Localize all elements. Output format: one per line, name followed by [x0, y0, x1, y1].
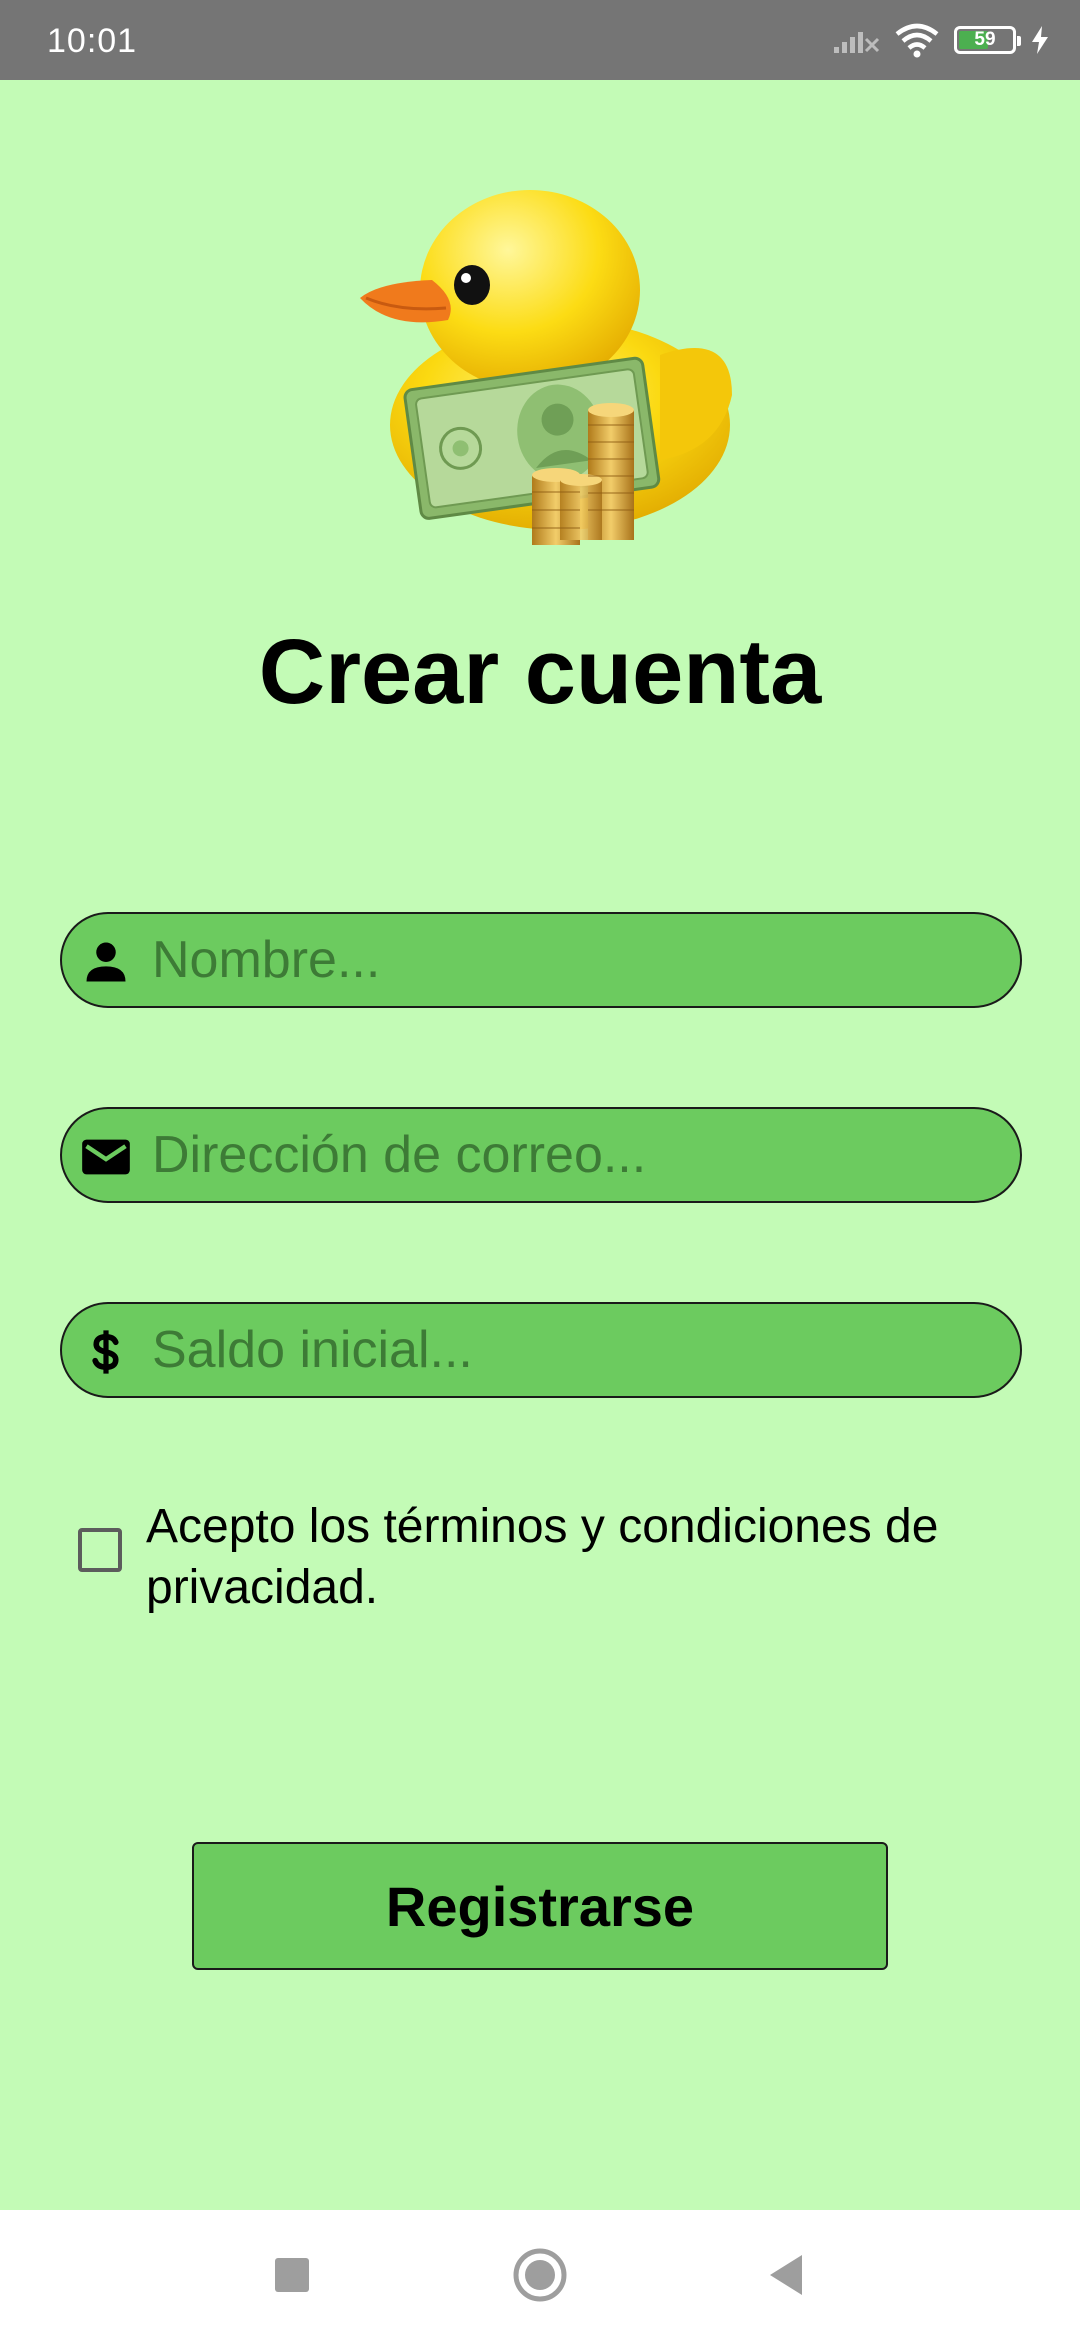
- person-icon: [86, 942, 126, 982]
- status-bar: 10:01 59: [0, 0, 1080, 80]
- balance-field[interactable]: [60, 1302, 1022, 1398]
- email-field[interactable]: [60, 1107, 1022, 1203]
- status-time: 10:01: [47, 22, 138, 60]
- battery-level: 59: [974, 29, 996, 50]
- terms-label: Acepto los términos y condiciones de pri…: [146, 1500, 939, 1614]
- terms-checkbox[interactable]: [78, 1528, 122, 1572]
- name-field[interactable]: [60, 912, 1022, 1008]
- back-triangle-icon[interactable]: [758, 2245, 818, 2305]
- charging-bolt-icon: [1032, 26, 1048, 54]
- battery-icon: 59: [954, 26, 1021, 54]
- terms-row: Acepto los términos y condiciones de pri…: [78, 1496, 1038, 1616]
- recents-square-icon[interactable]: [262, 2245, 322, 2305]
- duck-money-logo: [360, 190, 732, 545]
- home-circle-icon[interactable]: [510, 2245, 570, 2305]
- status-icons: 59: [832, 18, 1050, 62]
- email-input[interactable]: [152, 1109, 1002, 1201]
- navigation-bar: [0, 2210, 1080, 2340]
- dollar-icon: [92, 1330, 119, 1374]
- signal-off-icon: [834, 32, 880, 53]
- balance-input[interactable]: [152, 1304, 1002, 1396]
- name-input[interactable]: [152, 914, 1002, 1006]
- register-button[interactable]: Registrarse: [192, 1842, 888, 1970]
- page-title: Crear cuenta: [258, 621, 822, 723]
- email-icon: [82, 1139, 130, 1175]
- battery-cap: [1017, 36, 1021, 46]
- wifi-icon: [895, 23, 939, 58]
